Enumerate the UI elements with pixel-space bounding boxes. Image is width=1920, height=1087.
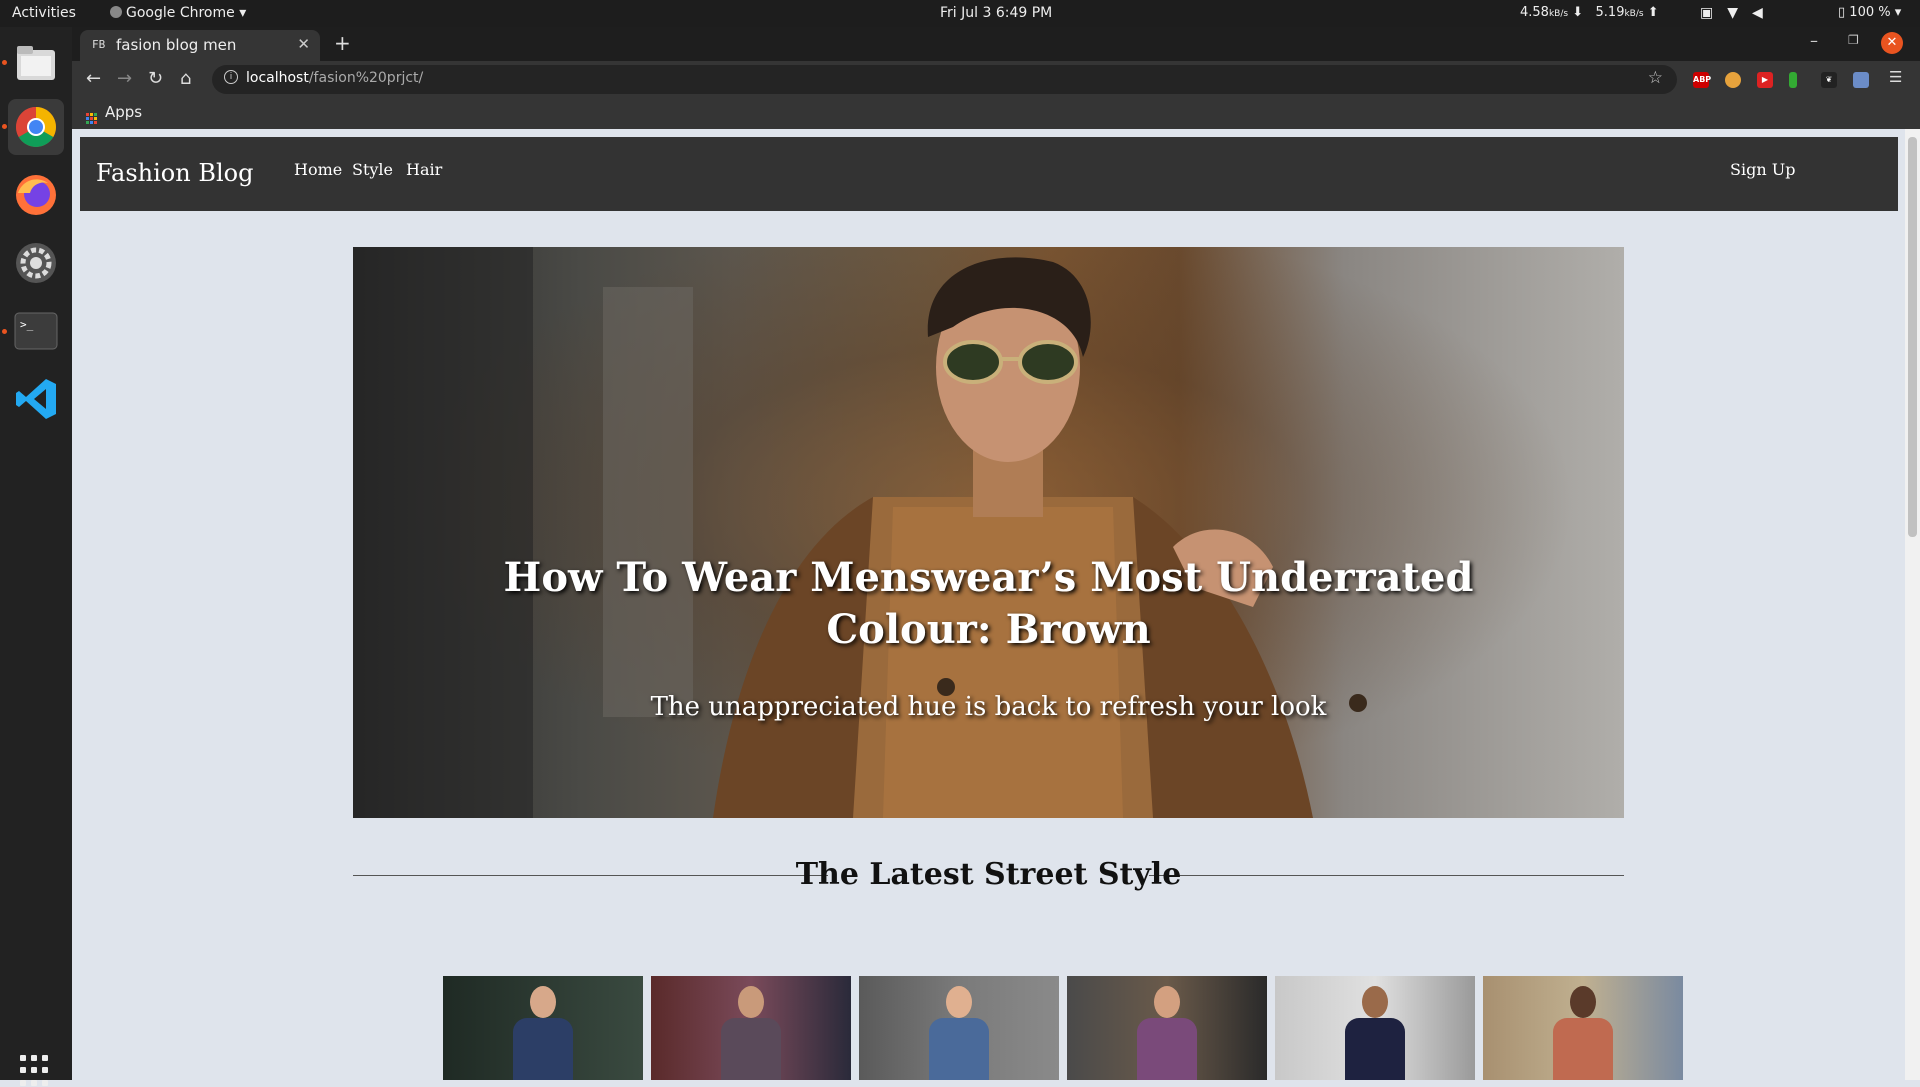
volume-icon[interactable]: ◀ bbox=[1752, 5, 1763, 21]
svg-text:>_: >_ bbox=[20, 318, 34, 331]
hero-subtitle: The unappreciated hue is back to refresh… bbox=[650, 692, 1327, 722]
address-bar[interactable]: i localhost/fasion%20prjct/ ☆ bbox=[212, 65, 1677, 94]
chrome-icon[interactable] bbox=[8, 99, 64, 155]
hero-image bbox=[353, 247, 1367, 818]
settings-icon[interactable] bbox=[8, 235, 64, 291]
youtube-extension-icon[interactable]: ▶ bbox=[1757, 72, 1773, 88]
card-extension-icon[interactable] bbox=[1853, 72, 1869, 88]
files-icon[interactable] bbox=[8, 35, 64, 91]
info-icon[interactable]: i bbox=[224, 70, 238, 84]
scrollbar-thumb[interactable] bbox=[1908, 137, 1917, 537]
caret-down-icon: ▾ bbox=[1894, 5, 1902, 20]
bookmark-star-icon[interactable]: ☆ bbox=[1648, 68, 1663, 88]
hero-title[interactable]: How To Wear Menswear’s Most Underrated C… bbox=[353, 552, 1624, 656]
page-viewport: Fashion Blog Home Style Hair Sign Up How… bbox=[72, 129, 1920, 1080]
window-close-button[interactable]: ✕ bbox=[1881, 32, 1903, 54]
net-up-unit: kB/s bbox=[1624, 9, 1644, 19]
hero-banner[interactable]: How To Wear Menswear’s Most Underrated C… bbox=[353, 247, 1624, 818]
bookmark-apps[interactable]: Apps bbox=[86, 103, 142, 124]
tab-close-icon[interactable]: ✕ bbox=[297, 35, 310, 53]
gallery-thumb[interactable] bbox=[1483, 976, 1683, 1080]
pin-extension-icon[interactable] bbox=[1789, 72, 1797, 88]
gallery-thumb[interactable] bbox=[443, 976, 643, 1080]
app-menu-label: Google Chrome bbox=[126, 5, 235, 21]
terminal-icon[interactable]: >_ bbox=[8, 303, 64, 359]
running-indicator bbox=[2, 124, 7, 129]
site-navbar: Fashion Blog Home Style Hair Sign Up bbox=[80, 137, 1898, 211]
leaf-extension-icon[interactable]: ❦ bbox=[1821, 72, 1837, 88]
dock: >_ bbox=[0, 27, 72, 1086]
activities-button[interactable]: Activities bbox=[12, 5, 76, 21]
url-path: /fasion%20prjct/ bbox=[308, 70, 424, 86]
running-indicator bbox=[2, 60, 7, 65]
emoji-extension-icon[interactable] bbox=[1725, 72, 1741, 88]
gallery-photo bbox=[929, 986, 989, 1080]
home-icon[interactable]: ⌂ bbox=[180, 68, 191, 89]
gallery-thumb[interactable] bbox=[859, 976, 1059, 1080]
signup-link[interactable]: Sign Up bbox=[1730, 160, 1795, 179]
net-down-unit: kB/s bbox=[1548, 9, 1569, 19]
url-text: localhost/fasion%20prjct/ bbox=[246, 70, 423, 86]
gallery-photo bbox=[1345, 986, 1405, 1080]
browser-window: FB fasion blog men ✕ + – ❐ ✕ ← → ↻ ⌂ i l… bbox=[72, 27, 1920, 1080]
browser-tab[interactable]: FB fasion blog men ✕ bbox=[80, 30, 320, 61]
browser-toolbar: ← → ↻ ⌂ i localhost/fasion%20prjct/ ☆ AB… bbox=[72, 61, 1920, 98]
section-title: The Latest Street Style bbox=[795, 857, 1182, 892]
net-up-value: 5.19 bbox=[1595, 5, 1625, 20]
gallery-thumb[interactable] bbox=[1067, 976, 1267, 1080]
reload-icon[interactable]: ↻ bbox=[148, 68, 163, 89]
network-speed: 4.58kB/s ⬇ 5.19kB/s ⬆ bbox=[1520, 5, 1659, 20]
nav-hair[interactable]: Hair bbox=[406, 160, 442, 179]
tab-title: fasion blog men bbox=[116, 36, 237, 54]
app-menu[interactable]: Google Chrome ▾ bbox=[110, 5, 246, 21]
site-brand[interactable]: Fashion Blog bbox=[96, 159, 253, 187]
gallery-photo bbox=[1137, 986, 1197, 1080]
adblock-extension-icon[interactable]: ABP bbox=[1693, 72, 1711, 88]
new-tab-button[interactable]: + bbox=[334, 31, 351, 55]
nav-style[interactable]: Style bbox=[352, 160, 393, 179]
tab-strip: FB fasion blog men ✕ + – ❐ ✕ bbox=[72, 27, 1920, 61]
bookmark-apps-label: Apps bbox=[105, 103, 143, 121]
down-arrow-icon: ⬇ bbox=[1572, 5, 1584, 20]
battery-label: 100 % bbox=[1849, 5, 1891, 20]
running-indicator bbox=[2, 329, 7, 334]
minimize-button[interactable]: – bbox=[1810, 31, 1818, 50]
restore-button[interactable]: ❐ bbox=[1848, 33, 1859, 47]
firefox-icon[interactable] bbox=[8, 167, 64, 223]
forward-arrow-icon[interactable]: → bbox=[117, 68, 132, 89]
media-control-icon[interactable]: ☰ bbox=[1889, 68, 1902, 86]
wifi-icon[interactable]: ▼ bbox=[1727, 5, 1738, 21]
gallery-photo bbox=[1553, 986, 1613, 1080]
caret-down-icon: ▾ bbox=[239, 5, 247, 21]
system-tray[interactable]: ▣ ▼ ◀ bbox=[1700, 5, 1777, 21]
gallery-photo bbox=[721, 986, 781, 1080]
system-top-bar: Activities Google Chrome ▾ Fri Jul 3 6:4… bbox=[0, 0, 1920, 27]
screen-icon[interactable]: ▣ bbox=[1700, 5, 1713, 21]
apps-grid-icon bbox=[86, 113, 97, 124]
gallery-photo bbox=[513, 986, 573, 1080]
page-scrollbar[interactable] bbox=[1905, 129, 1920, 1080]
nav-home[interactable]: Home bbox=[294, 160, 342, 179]
net-down-value: 4.58 bbox=[1520, 5, 1549, 20]
chrome-small-icon bbox=[110, 6, 122, 18]
battery-icon: ▯ bbox=[1838, 5, 1846, 20]
up-arrow-icon: ⬆ bbox=[1647, 5, 1659, 20]
back-arrow-icon[interactable]: ← bbox=[86, 68, 101, 89]
url-host: localhost bbox=[246, 70, 309, 86]
show-applications-icon[interactable] bbox=[20, 1055, 52, 1087]
favicon: FB bbox=[92, 38, 106, 51]
gallery-thumb[interactable] bbox=[1275, 976, 1475, 1080]
clock[interactable]: Fri Jul 3 6:49 PM bbox=[940, 5, 1052, 21]
battery-indicator[interactable]: ▯ 100 % ▾ bbox=[1838, 5, 1901, 20]
section-header: The Latest Street Style bbox=[353, 855, 1624, 895]
vscode-icon[interactable] bbox=[8, 371, 64, 427]
bookmarks-bar: Apps bbox=[72, 98, 1920, 129]
street-style-gallery bbox=[443, 976, 1689, 1080]
gallery-thumb[interactable] bbox=[651, 976, 851, 1080]
